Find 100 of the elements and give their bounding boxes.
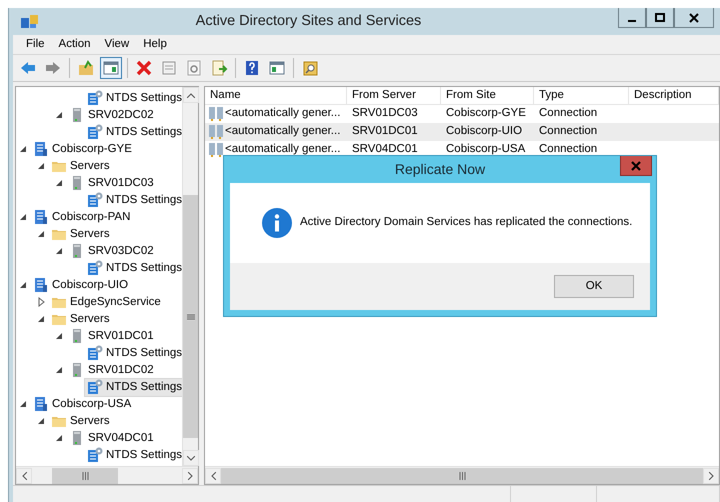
window-icon <box>268 59 286 77</box>
up-chevron-icon <box>187 92 195 98</box>
tree-item[interactable]: SRV01DC03 <box>66 174 157 193</box>
minimize-icon <box>628 20 636 22</box>
left-chevron-icon <box>22 472 26 480</box>
tree-item[interactable]: SRV01DC01 <box>66 326 157 346</box>
maximize-button[interactable] <box>646 8 674 28</box>
settings-icon <box>87 447 103 464</box>
tree-item[interactable]: Cobiscorp-UIO <box>30 276 132 295</box>
collapse-arrow[interactable] <box>18 280 28 290</box>
column-header[interactable]: Type <box>534 87 629 104</box>
collapse-arrow[interactable] <box>54 331 64 342</box>
collapse-arrow[interactable] <box>54 110 64 120</box>
tree-item[interactable]: Cobiscorp-USA <box>30 394 134 414</box>
table-cell-text: SRV01DC01 <box>351 124 419 140</box>
find-icon <box>301 59 319 77</box>
tree-item[interactable]: Servers <box>48 412 113 431</box>
scroll-left-button[interactable] <box>16 468 32 484</box>
tree-item[interactable]: SRV01DC02 <box>66 360 157 380</box>
connection-icon <box>208 106 224 122</box>
delete-icon <box>135 59 153 77</box>
connection-icon <box>208 124 224 140</box>
close-button[interactable] <box>674 8 714 28</box>
tree-item[interactable]: NTDS Settings <box>84 122 182 142</box>
site-icon <box>33 277 49 294</box>
site-icon <box>33 141 49 158</box>
tree-item[interactable]: Servers <box>48 156 113 176</box>
table-cell-text: SRV04DC01 <box>351 142 419 158</box>
column-header[interactable]: From Server <box>347 87 441 104</box>
collapse-arrow[interactable] <box>54 365 64 376</box>
menu-item[interactable]: View <box>98 36 136 54</box>
scroll-left-button[interactable] <box>205 468 221 484</box>
menu-item[interactable]: File <box>19 36 52 54</box>
expand-arrow[interactable] <box>36 297 46 308</box>
tree-item[interactable]: NTDS Settings <box>84 344 182 363</box>
scroll-down-button[interactable] <box>183 450 199 466</box>
scroll-right-button[interactable] <box>703 468 719 484</box>
tree-item[interactable]: NTDS Settings <box>84 378 182 397</box>
settings-icon <box>87 90 103 106</box>
collapse-arrow[interactable] <box>18 212 28 222</box>
ok-button[interactable]: OK <box>554 275 634 298</box>
collapse-arrow[interactable] <box>18 144 28 154</box>
table-cell-text: Connection <box>538 142 598 158</box>
column-header[interactable]: From Site <box>441 87 534 104</box>
list-item[interactable]: <automatically gener... <box>205 123 347 141</box>
refresh-icon <box>185 59 203 77</box>
collapse-arrow[interactable] <box>36 416 46 426</box>
tree-item[interactable]: NTDS Settings <box>84 88 182 108</box>
collapse-arrow[interactable] <box>18 399 28 410</box>
collapse-arrow[interactable] <box>36 314 46 324</box>
collapse-arrow[interactable] <box>36 161 46 172</box>
tree-item[interactable]: Cobiscorp-GYE <box>30 140 135 159</box>
tree-toggle-button[interactable] <box>100 57 122 79</box>
tree-item[interactable]: Servers <box>48 224 113 244</box>
table-cell-text: Connection <box>538 124 598 140</box>
site-icon <box>33 209 49 226</box>
connection-icon <box>208 142 224 158</box>
window-icon <box>102 59 120 77</box>
left-chevron-icon <box>210 472 216 480</box>
column-header[interactable]: Name <box>205 87 347 104</box>
properties-icon <box>160 59 178 77</box>
tree-item[interactable]: NTDS Settings <box>84 258 182 278</box>
menu-item[interactable]: Action <box>52 36 98 54</box>
info-icon <box>262 208 292 238</box>
dialog-title: Replicate Now <box>394 160 486 179</box>
tree-item[interactable]: NTDS Settings <box>84 190 182 210</box>
tree-item[interactable]: NTDS Settings <box>84 446 182 465</box>
tree-item[interactable]: Servers <box>48 310 113 329</box>
export-icon <box>210 59 228 77</box>
scroll-up-button[interactable] <box>183 87 199 103</box>
menu-item[interactable]: Help <box>136 36 174 54</box>
list-item[interactable]: <automatically gener... <box>205 105 347 123</box>
folder-icon <box>77 59 95 77</box>
scroll-thumb[interactable] <box>183 195 198 438</box>
table-cell-text: Cobiscorp-UIO <box>445 124 524 140</box>
scroll-thumb[interactable] <box>221 468 703 484</box>
column-header[interactable]: Description <box>629 87 719 104</box>
collapse-arrow[interactable] <box>54 246 64 256</box>
settings-icon <box>87 260 103 276</box>
minimize-button[interactable] <box>618 8 646 28</box>
table-cell-text: Cobiscorp-USA <box>445 142 526 158</box>
right-chevron-icon <box>708 472 714 480</box>
scroll-right-button[interactable] <box>182 468 198 484</box>
table-cell-text: Connection <box>538 106 598 122</box>
collapse-arrow[interactable] <box>36 229 46 240</box>
tree-item[interactable]: SRV03DC02 <box>66 242 157 261</box>
collapse-arrow[interactable] <box>54 433 64 444</box>
list-item[interactable]: <automatically gener... <box>205 141 347 159</box>
dialog-message: Active Directory Domain Services has replicated the connections. <box>300 215 632 230</box>
tree-item[interactable]: EdgeSyncService <box>48 292 164 312</box>
tree-item[interactable]: SRV04DC01 <box>66 428 157 448</box>
tree-item[interactable]: SRV02DC02 <box>66 106 157 125</box>
settings-icon <box>87 345 103 362</box>
close-icon <box>631 160 641 170</box>
settings-icon <box>87 124 103 140</box>
scroll-thumb[interactable] <box>52 468 118 484</box>
tree-item[interactable]: Cobiscorp-PAN <box>30 208 134 227</box>
settings-icon <box>87 192 103 208</box>
collapse-arrow[interactable] <box>54 178 64 188</box>
table-cell-text: SRV01DC03 <box>351 106 419 122</box>
